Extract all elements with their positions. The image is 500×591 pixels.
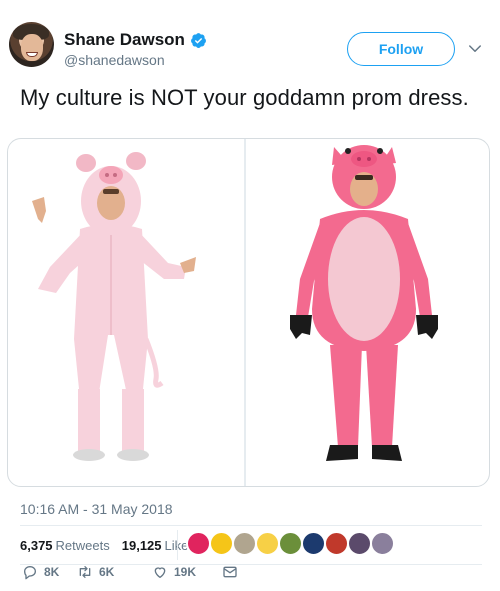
tweet-stats: 6,375 Retweets 19,125 Likes [20,538,195,553]
heart-icon [154,567,166,578]
liker-avatar[interactable] [324,531,349,556]
avatar[interactable] [9,22,54,67]
tweet-text: My culture is NOT your goddamn prom dres… [20,85,469,110]
reply-icon [24,566,36,580]
stats-divider-top [20,525,482,526]
liker-avatar[interactable] [301,531,326,556]
follow-button[interactable]: Follow [347,32,455,66]
media-image-left[interactable] [8,139,244,486]
reply-count: 8K [44,565,60,579]
retweet-icon [79,566,91,578]
author-name[interactable]: Shane Dawson [64,30,185,50]
pig-onesie-image [32,152,196,461]
retweets-stat[interactable]: 6,375 Retweets [20,538,110,553]
tweet-media[interactable] [7,138,490,487]
likes-count: 19,125 [121,538,162,553]
stats-vertical-divider [177,530,178,560]
liker-avatar[interactable] [186,531,211,556]
author-handle[interactable]: @shanedawson [64,52,165,68]
retweets-count: 6,375 [20,538,53,553]
retweet-count: 6K [99,565,115,579]
chevron-down-icon[interactable] [466,40,484,58]
pig-costume-image [290,145,438,461]
liker-avatar[interactable] [347,531,372,556]
retweets-label: Retweets [55,538,110,553]
liker-avatar[interactable] [232,531,257,556]
like-button[interactable]: 19K [152,564,196,580]
author-name-row: Shane Dawson [64,30,207,50]
envelope-icon [223,566,237,578]
reply-button[interactable]: 8K [22,564,59,580]
verified-badge-icon [190,32,206,48]
liker-avatar[interactable] [370,531,395,556]
liker-avatar[interactable] [255,531,280,556]
likes-stat[interactable]: 19,125 Likes [122,538,195,553]
tweet-timestamp[interactable]: 10:16 AM - 31 May 2018 [20,501,173,517]
liker-avatar[interactable] [278,531,303,556]
direct-message-button[interactable] [222,564,238,580]
media-image-right[interactable] [246,139,489,486]
likers-avatars [186,531,395,556]
liker-avatar[interactable] [209,531,234,556]
retweet-button[interactable]: 6K [77,564,114,580]
like-count: 19K [174,565,197,579]
